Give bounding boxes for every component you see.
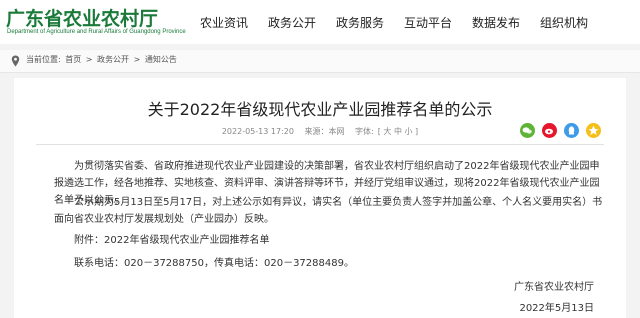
- nav-item-gov-service[interactable]: 政务服务: [336, 14, 384, 31]
- wechat-icon[interactable]: [520, 123, 535, 138]
- nav-item-interaction[interactable]: 互动平台: [404, 14, 452, 31]
- qq-icon[interactable]: [564, 123, 579, 138]
- breadcrumb-item-notices[interactable]: 通知公告: [145, 55, 177, 64]
- breadcrumb-separator: >: [133, 55, 141, 64]
- article-panel: 关于2022年省级现代农业产业园推荐名单的公示 2022-05-13 17:20…: [14, 78, 626, 318]
- attachment-line[interactable]: 附件：2022年省级现代农业产业园推荐名单: [74, 232, 624, 249]
- contact-line: 联系电话：020－37288750，传真电话：020－37288489。: [74, 258, 354, 269]
- signature: 广东省农业农村厅: [514, 282, 594, 293]
- article-paragraph: 公示期为5月13日至5月17日，对上述公示如有异议，请实名（单位主要负责人签字并…: [54, 197, 603, 225]
- qzone-icon[interactable]: [586, 123, 601, 138]
- title-divider: [36, 144, 604, 145]
- nav-item-data[interactable]: 数据发布: [472, 14, 520, 31]
- sign-date: 2022年5月13日: [519, 303, 594, 314]
- site-header: 广东省农业农村厅 Department of Agriculture and R…: [0, 0, 640, 44]
- article-source: 来源：本网: [304, 127, 345, 136]
- breadcrumb-label: 当前位置:: [26, 55, 61, 64]
- breadcrumb: 当前位置: 首页 > 政务公开 > 通知公告: [26, 54, 179, 65]
- nav-item-gov-open[interactable]: 政务公开: [268, 14, 316, 31]
- breadcrumb-item-home[interactable]: 首页: [65, 55, 81, 64]
- font-size-label: 字体:: [355, 127, 374, 136]
- weibo-icon[interactable]: [542, 123, 557, 138]
- logo-subtitle: Department of Agriculture and Rural Affa…: [7, 29, 186, 35]
- site-logo[interactable]: 广东省农业农村厅 Department of Agriculture and R…: [6, 4, 186, 40]
- nav-item-organization[interactable]: 组织机构: [540, 14, 588, 31]
- font-size-switcher[interactable]: [ 大 中 小 ]: [378, 127, 418, 136]
- breadcrumb-separator: >: [85, 55, 93, 64]
- breadcrumb-bar: 当前位置: 首页 > 政务公开 > 通知公告: [0, 50, 640, 73]
- article-date: 2022-05-13 17:20: [221, 127, 294, 136]
- location-icon: [11, 55, 20, 67]
- logo-title: 广东省农业农村厅: [6, 8, 159, 30]
- nav-item-news[interactable]: 农业资讯: [200, 14, 248, 31]
- article-title: 关于2022年省级现代农业产业园推荐名单的公示: [147, 100, 493, 119]
- breadcrumb-item-gov-open[interactable]: 政务公开: [97, 55, 129, 64]
